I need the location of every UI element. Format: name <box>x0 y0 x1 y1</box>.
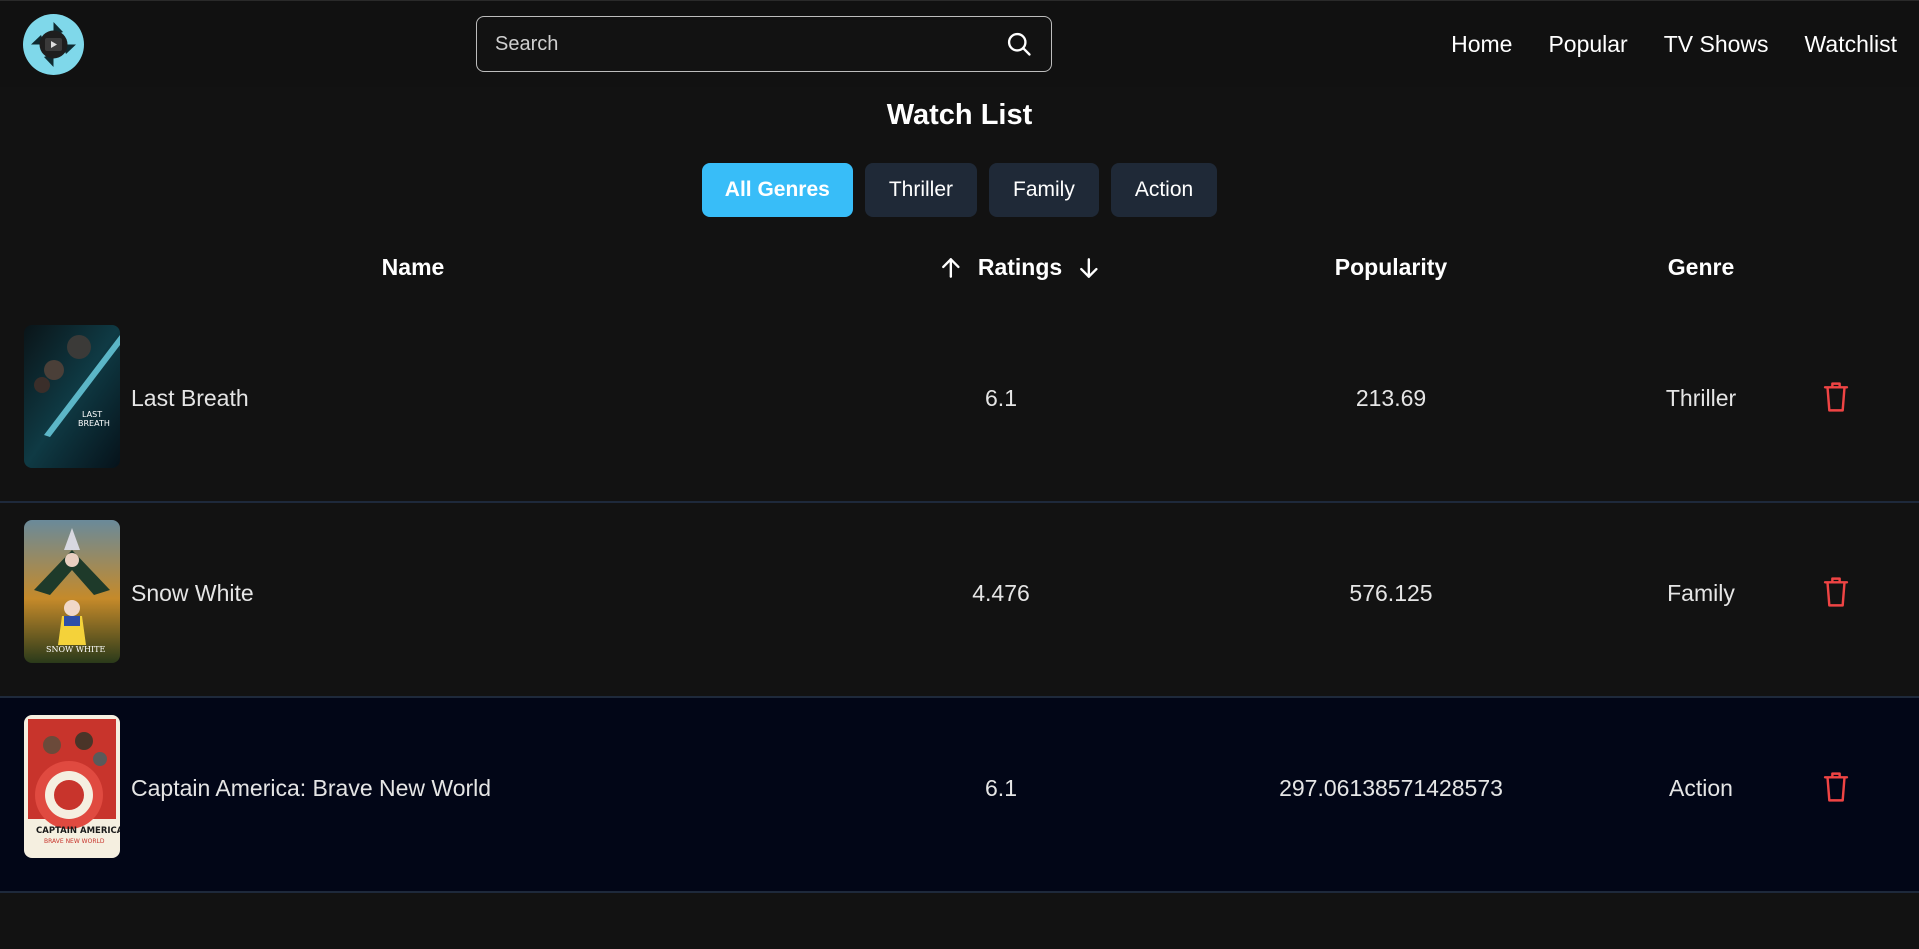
nav-links: Home Popular TV Shows Watchlist <box>1451 1 1897 88</box>
movie-rating: 6.1 <box>985 385 1017 411</box>
name-column-header: Name <box>381 254 445 280</box>
nav-tv-shows-link[interactable]: TV Shows <box>1664 31 1769 58</box>
poster-title-text: CAPTAIN AMERICA <box>36 826 120 836</box>
trash-icon[interactable] <box>1821 770 1851 804</box>
table-row: CAPTAIN AMERICA BRAVE NEW WORLD Captain … <box>0 698 1919 893</box>
sort-ascending-arrow-up-icon[interactable] <box>938 255 964 281</box>
trash-icon[interactable] <box>1821 575 1851 609</box>
movie-poster[interactable]: SNOW WHITE <box>24 520 120 663</box>
movie-genre: Family <box>1667 580 1735 606</box>
sort-descending-arrow-down-icon[interactable] <box>1076 255 1102 281</box>
nav-popular-link[interactable]: Popular <box>1548 31 1627 58</box>
nav-home-link[interactable]: Home <box>1451 31 1512 58</box>
filter-action-button[interactable]: Action <box>1110 163 1218 217</box>
logo-icon[interactable] <box>23 14 84 75</box>
nav-watchlist-link[interactable]: Watchlist <box>1805 31 1897 58</box>
search-input[interactable] <box>477 32 1005 56</box>
snow-white-poster-image: SNOW WHITE <box>24 520 120 663</box>
movie-popularity: 576.125 <box>1349 580 1433 606</box>
trash-icon[interactable] <box>1821 380 1851 414</box>
filter-all-genres-button[interactable]: All Genres <box>701 163 853 217</box>
popularity-column-header: Popularity <box>1334 254 1448 280</box>
poster-title-text: LAST <box>82 410 102 419</box>
genre-filters: All Genres Thriller Family Action <box>0 163 1919 217</box>
movie-genre: Thriller <box>1665 385 1737 411</box>
poster-title-text: BREATH <box>78 419 110 428</box>
last-breath-poster-image: LAST BREATH <box>24 325 120 468</box>
movie-rating: 4.476 <box>972 580 1030 606</box>
movie-poster[interactable]: CAPTAIN AMERICA BRAVE NEW WORLD <box>24 715 120 858</box>
table-row: LAST BREATH Last Breath 6.1 213.69 Thril… <box>0 308 1919 503</box>
table-header: Name Ratings Popularity Genre <box>0 254 1919 290</box>
filter-thriller-button[interactable]: Thriller <box>864 163 977 217</box>
poster-subtitle-text: BRAVE NEW WORLD <box>44 838 105 845</box>
poster-title-text: SNOW WHITE <box>46 645 106 654</box>
movie-rating: 6.1 <box>985 775 1017 801</box>
aperture-logo-icon <box>24 15 83 74</box>
filter-family-button[interactable]: Family <box>989 163 1099 217</box>
movie-name[interactable]: Last Breath <box>131 385 249 412</box>
movie-name[interactable]: Snow White <box>131 580 254 607</box>
watchlist-page: Home Popular TV Shows Watchlist Watch Li… <box>0 0 1919 949</box>
movie-popularity: 297.06138571428573 <box>1279 775 1503 801</box>
navbar: Home Popular TV Shows Watchlist <box>0 0 1919 87</box>
search-bar <box>476 16 1052 72</box>
genre-column-header: Genre <box>1667 254 1735 280</box>
captain-america-poster-image: CAPTAIN AMERICA BRAVE NEW WORLD <box>24 715 120 858</box>
page-title: Watch List <box>886 99 1033 131</box>
watchlist-table-body: LAST BREATH Last Breath 6.1 213.69 Thril… <box>0 308 1919 893</box>
ratings-header-label: Ratings <box>977 254 1063 280</box>
search-icon[interactable] <box>1005 30 1033 58</box>
movie-genre: Action <box>1669 775 1733 801</box>
movie-name[interactable]: Captain America: Brave New World <box>131 775 491 802</box>
ratings-column-header: Ratings <box>938 254 1102 281</box>
movie-poster[interactable]: LAST BREATH <box>24 325 120 468</box>
table-row: SNOW WHITE Snow White 4.476 576.125 Fami… <box>0 503 1919 698</box>
movie-popularity: 213.69 <box>1355 385 1427 411</box>
